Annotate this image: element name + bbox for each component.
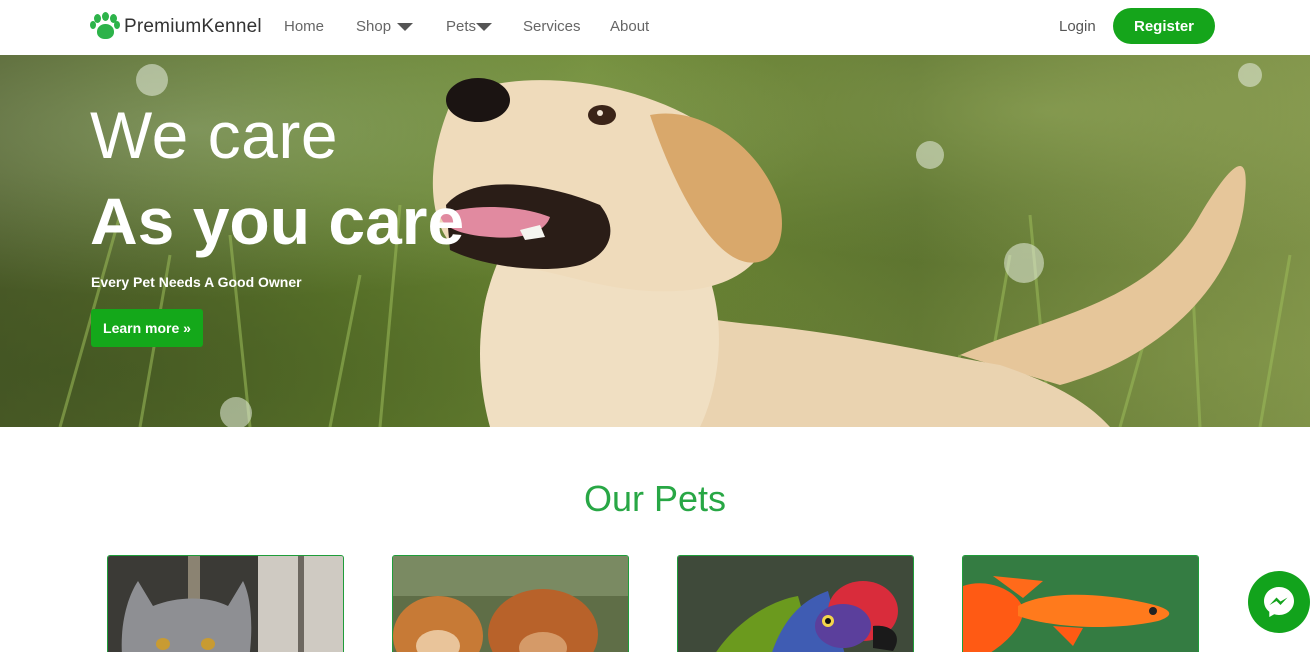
nav-about[interactable]: About <box>610 18 649 35</box>
nav-about-label: About <box>610 18 650 35</box>
nav-services[interactable]: Services <box>523 18 581 35</box>
caret-down-icon <box>476 22 493 31</box>
messenger-chat-button[interactable] <box>1248 571 1310 633</box>
pet-card-fish[interactable] <box>962 555 1199 652</box>
hero-banner: We care As you care Every Pet Needs A Go… <box>0 55 1310 427</box>
hero-title-line2: As you care <box>90 184 465 258</box>
pet-card-dogs[interactable] <box>392 555 629 652</box>
nav-pets[interactable]: Pets <box>446 18 493 35</box>
nav-home[interactable]: Home <box>284 18 324 35</box>
nav-shop[interactable]: Shop <box>356 18 414 35</box>
register-button[interactable]: Register <box>1113 8 1215 44</box>
nav-home-label: Home <box>284 18 325 35</box>
fish-photo <box>963 556 1198 652</box>
hero-subtitle: Every Pet Needs A Good Owner <box>91 274 302 290</box>
dogs-photo <box>393 556 628 652</box>
our-pets-heading: Our Pets <box>583 478 727 519</box>
messenger-icon <box>1264 587 1294 617</box>
brand-name: PremiumKennel <box>124 16 262 37</box>
cat-photo <box>108 556 343 652</box>
nav-shop-label: Shop <box>356 18 392 35</box>
brand-logo[interactable]: PremiumKennel <box>90 12 262 42</box>
learn-more-button[interactable]: Learn more » <box>91 309 203 347</box>
hero-title-line1: We care <box>90 98 339 172</box>
navbar: PremiumKennel Home Shop Pets Services Ab… <box>0 0 1310 55</box>
parrot-photo <box>678 556 913 652</box>
pet-card-cat[interactable] <box>107 555 344 652</box>
nav-services-label: Services <box>523 18 581 35</box>
caret-down-icon <box>397 22 414 31</box>
nav-pets-label: Pets <box>446 18 477 35</box>
login-link[interactable]: Login <box>1059 18 1096 35</box>
paw-icon <box>90 12 122 42</box>
pet-card-parrot[interactable] <box>677 555 914 652</box>
